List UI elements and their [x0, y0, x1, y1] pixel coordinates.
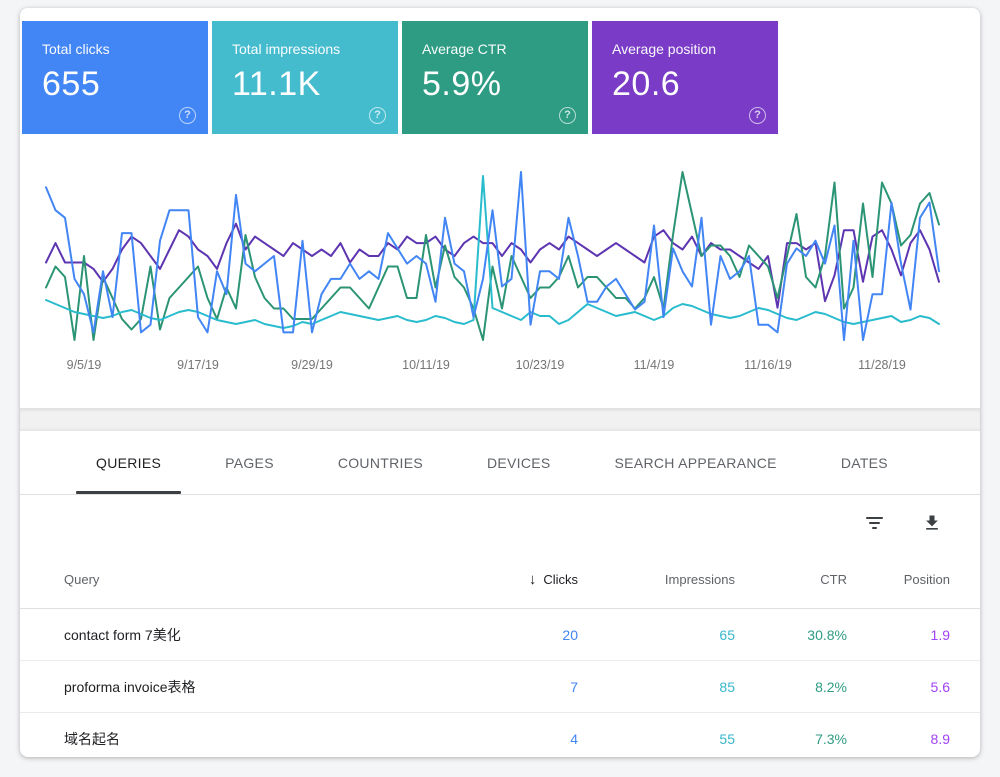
query-cell: contact form 7美化 [64, 625, 428, 645]
column-header-ctr[interactable]: CTR [735, 572, 847, 587]
tab-countries[interactable]: COUNTRIES [306, 431, 455, 494]
column-header-position[interactable]: Position [847, 572, 980, 587]
position-cell: 1.9 [847, 627, 980, 643]
x-axis-label: 11/16/19 [744, 358, 792, 372]
ctr-cell: 7.3% [735, 731, 847, 747]
dimension-tabs: QUERIES PAGES COUNTRIES DEVICES SEARCH A… [20, 431, 980, 495]
column-label: Clicks [543, 572, 578, 587]
column-label: Impressions [665, 572, 735, 587]
sort-desc-icon: ↓ [529, 571, 537, 588]
clicks-cell: 20 [428, 627, 578, 643]
traffic-chart-area: 9/5/19 9/17/19 9/29/19 10/11/19 10/23/19 11/4… [40, 140, 960, 378]
chart-panel: Total clicks 655 ? Total impressions 11.… [20, 8, 980, 408]
x-axis-label: 10/11/19 [402, 358, 450, 372]
x-axis-label: 9/5/19 [67, 358, 102, 372]
table-panel: QUERIES PAGES COUNTRIES DEVICES SEARCH A… [20, 431, 980, 757]
query-cell: 域名起名 [64, 729, 428, 749]
column-header-clicks[interactable]: ↓ Clicks [428, 571, 578, 588]
metric-value: 11.1K [232, 65, 398, 104]
metric-label: Average CTR [422, 41, 588, 57]
help-icon[interactable]: ? [179, 107, 196, 124]
metric-card-average-ctr[interactable]: Average CTR 5.9% ? [402, 21, 588, 134]
position-cell: 8.9 [847, 731, 980, 747]
ctr-cell: 8.2% [735, 679, 847, 695]
query-cell: proforma invoice表格 [64, 677, 428, 697]
ctr-cell: 30.8% [735, 627, 847, 643]
metric-value: 655 [42, 65, 208, 104]
x-axis-label: 11/28/19 [858, 358, 906, 372]
metric-card-total-clicks[interactable]: Total clicks 655 ? [22, 21, 208, 134]
tab-queries[interactable]: QUERIES [64, 431, 193, 494]
traffic-chart[interactable] [40, 140, 960, 352]
tab-label: SEARCH APPEARANCE [615, 455, 777, 471]
column-header-impressions[interactable]: Impressions [578, 572, 735, 587]
metric-card-total-impressions[interactable]: Total impressions 11.1K ? [212, 21, 398, 134]
column-header-query[interactable]: Query [64, 572, 428, 587]
tab-pages[interactable]: PAGES [193, 431, 306, 494]
metric-label: Total impressions [232, 41, 398, 57]
help-icon[interactable]: ? [369, 107, 386, 124]
clicks-cell: 7 [428, 679, 578, 695]
table-header-row: Query ↓ Clicks Impressions CTR Position [20, 551, 980, 609]
metric-card-average-position[interactable]: Average position 20.6 ? [592, 21, 778, 134]
chart-line-clicks[interactable] [46, 172, 939, 340]
tab-label: DEVICES [487, 455, 551, 471]
x-axis-label: 11/4/19 [634, 358, 675, 372]
metric-label: Average position [612, 41, 778, 57]
metric-value: 5.9% [422, 65, 588, 104]
tab-label: QUERIES [96, 455, 161, 471]
tab-label: COUNTRIES [338, 455, 423, 471]
x-axis-label: 10/23/19 [516, 358, 565, 372]
impressions-cell: 65 [578, 627, 735, 643]
table-row[interactable]: contact form 7美化 20 65 30.8% 1.9 [20, 609, 980, 661]
column-label: Position [904, 572, 950, 587]
x-axis-label: 9/17/19 [177, 358, 219, 372]
x-axis-label: 9/29/19 [291, 358, 333, 372]
impressions-cell: 55 [578, 731, 735, 747]
help-icon[interactable]: ? [749, 107, 766, 124]
metrics-row: Total clicks 655 ? Total impressions 11.… [20, 21, 980, 134]
impressions-cell: 85 [578, 679, 735, 695]
search-console-performance-page: Total clicks 655 ? Total impressions 11.… [0, 0, 1000, 777]
metric-value: 20.6 [612, 65, 778, 104]
tab-dates[interactable]: DATES [809, 431, 920, 494]
tab-search-appearance[interactable]: SEARCH APPEARANCE [583, 431, 809, 494]
column-label: Query [64, 572, 99, 587]
metric-label: Total clicks [42, 41, 208, 57]
x-axis-labels: 9/5/19 9/17/19 9/29/19 10/11/19 10/23/19 11/4… [40, 352, 960, 378]
tab-devices[interactable]: DEVICES [455, 431, 583, 494]
table-row[interactable]: proforma invoice表格 7 85 8.2% 5.6 [20, 661, 980, 713]
tab-label: PAGES [225, 455, 274, 471]
report-card: Total clicks 655 ? Total impressions 11.… [20, 8, 980, 757]
table-row[interactable]: 域名起名 4 55 7.3% 8.9 [20, 713, 980, 757]
position-cell: 5.6 [847, 679, 980, 695]
column-label: CTR [820, 572, 847, 587]
filter-icon[interactable] [862, 511, 886, 535]
chart-line-impressions[interactable] [46, 176, 939, 328]
download-icon[interactable] [920, 511, 944, 535]
help-icon[interactable]: ? [559, 107, 576, 124]
clicks-cell: 4 [428, 731, 578, 747]
table-toolbar [20, 495, 980, 551]
tab-label: DATES [841, 455, 888, 471]
panel-separator [20, 408, 980, 431]
